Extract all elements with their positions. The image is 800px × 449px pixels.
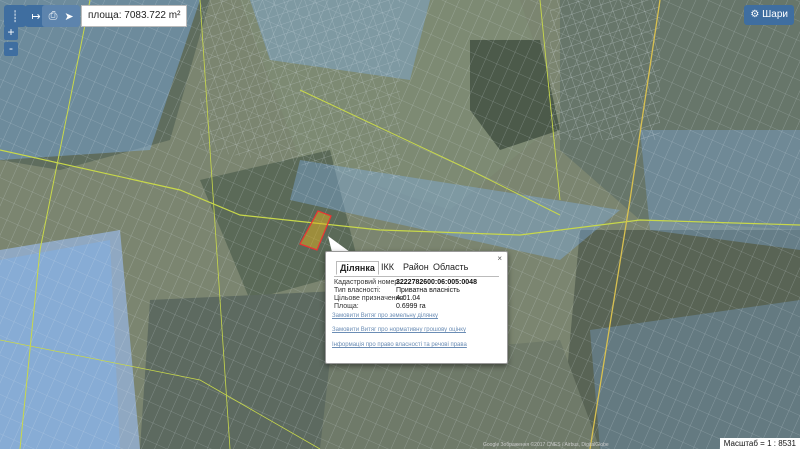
ownership-info-link[interactable]: Інформація про право власності та речові… [332, 342, 467, 348]
parcel-info-popup: × Ділянка ІКК Район Область Кадастровий … [325, 251, 508, 364]
measure-line-button[interactable]: ┊ [4, 5, 26, 27]
field-purpose: Цільове призначення: A.01.04 [334, 295, 421, 302]
field-area: Площа: 0.6999 га [334, 303, 426, 310]
field-ownership-type: Тип власності: Приватна власність [334, 287, 460, 294]
gear-icon: ⚙ [750, 9, 760, 20]
tab-district[interactable]: Район [400, 261, 432, 273]
area-value: 7083.722 m² [124, 10, 181, 21]
scale-label: Масштаб = 1 : 8531 [719, 438, 800, 449]
tab-parcel[interactable]: Ділянка [336, 261, 379, 275]
order-valuation-extract-link[interactable]: Замовити Витяг про нормативну грошову оц… [332, 327, 466, 333]
order-parcel-extract-link[interactable]: Замовити Витяг про земельну ділянку [332, 313, 438, 319]
map-canvas[interactable] [0, 0, 800, 449]
tab-ikk[interactable]: ІКК [378, 261, 397, 273]
zoom-in-button[interactable]: + [4, 26, 18, 40]
layers-button[interactable]: ⚙ Шари [744, 5, 794, 25]
popup-tabs: Ділянка ІКК Район Область [334, 260, 499, 277]
map-attribution: Google Зображення ©2017 CNES / Airbus, D… [483, 442, 609, 448]
area-readout: площа: 7083.722 m² [81, 5, 188, 27]
tab-region[interactable]: Область [430, 261, 471, 273]
info-pointer-button[interactable]: ➤ [58, 5, 80, 27]
layers-label: Шари [762, 9, 788, 20]
field-cadastral-number: Кадастровий номер: 3222782600:06:005:004… [334, 279, 477, 286]
zoom-out-button[interactable]: - [4, 42, 18, 56]
area-prefix: площа: [88, 10, 122, 21]
